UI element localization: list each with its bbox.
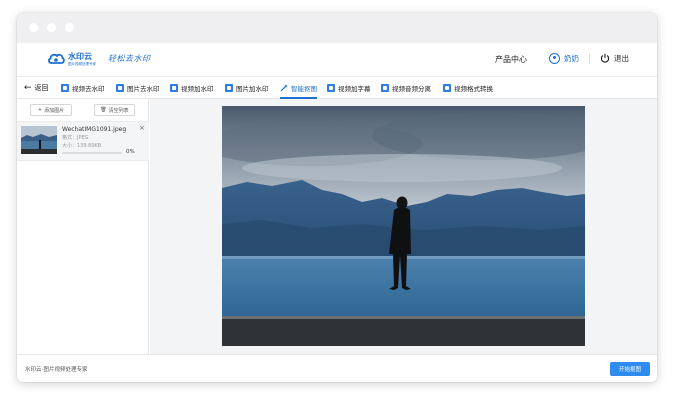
image-icon	[116, 84, 124, 92]
tab-image-add-watermark[interactable]: 图片加水印	[225, 77, 269, 99]
trash-icon: 🗑	[100, 107, 107, 113]
video-icon	[381, 84, 389, 92]
start-cutout-button[interactable]: 开始抠图	[610, 362, 650, 376]
tab-video-remove-watermark[interactable]: 视频去水印	[61, 77, 105, 99]
plus-icon: +	[37, 107, 43, 113]
window-maximize-dot[interactable]	[65, 23, 74, 32]
file-item[interactable]: WechatIMG1091.jpeg 格式：JPEG 大小：139.89KB ×…	[17, 121, 149, 161]
add-image-label: 添加图片	[44, 107, 65, 114]
file-format: 格式：JPEG	[62, 135, 89, 141]
header-divider	[589, 54, 590, 64]
file-list-panel: + 添加图片 🗑 清空列表 WechatIMG1091.jpeg 格式：JPEG…	[17, 99, 149, 354]
file-name: WechatIMG1091.jpeg	[62, 126, 127, 133]
tab-label: 视频加水印	[181, 85, 214, 93]
user-avatar-icon	[549, 52, 560, 64]
tab-image-remove-watermark[interactable]: 图片去水印	[116, 77, 160, 99]
footer: 水印云-图片视频处理专家 开始抠图	[17, 354, 657, 382]
file-progress-text: 0%	[126, 149, 135, 155]
video-icon	[327, 84, 335, 92]
file-progress-bar	[62, 152, 122, 154]
user-menu[interactable]: 奶奶	[549, 51, 579, 65]
nav-product-center[interactable]: 产品中心	[495, 54, 527, 65]
logout-button[interactable]: 退出	[600, 51, 629, 65]
file-icon	[443, 84, 451, 92]
window-close-dot[interactable]	[29, 23, 38, 32]
tab-label: 智能抠图	[291, 85, 317, 93]
tool-tabs: ← 返回 视频去水印 图片去水印 视频加水印 图片加水印 智能抠图 视频加字幕 …	[17, 77, 657, 99]
user-name: 奶奶	[564, 53, 579, 63]
title-bar	[17, 13, 657, 43]
tab-video-add-watermark[interactable]: 视频加水印	[170, 77, 214, 99]
tab-label: 视频去水印	[72, 85, 105, 93]
arrow-left-icon: ←	[24, 82, 32, 93]
video-icon	[61, 84, 69, 92]
tab-video-audio-separation[interactable]: 视频音频分离	[381, 77, 431, 99]
file-thumbnail	[21, 126, 57, 154]
preview-area	[150, 99, 657, 354]
image-icon	[225, 84, 233, 92]
app-window: 水印云 图片视频处理专家 轻松去水印 产品中心 奶奶 退出 ← 返回 视频去水印…	[17, 13, 657, 382]
logo-tagline: 图片视频处理专家	[68, 62, 96, 66]
header: 水印云 图片视频处理专家 轻松去水印 产品中心 奶奶 退出	[17, 43, 657, 77]
back-button[interactable]: ← 返回	[24, 83, 49, 93]
back-label: 返回	[34, 84, 49, 92]
video-icon	[170, 84, 178, 92]
logo-name: 水印云	[68, 52, 92, 61]
tab-label: 图片去水印	[127, 85, 160, 93]
logout-label: 退出	[614, 53, 629, 63]
tab-label: 视频加字幕	[338, 85, 371, 93]
cloud-logo-icon	[48, 53, 65, 64]
tab-video-format-convert[interactable]: 视频格式转换	[443, 77, 493, 99]
remove-file-icon[interactable]: ×	[139, 124, 145, 132]
power-icon	[600, 53, 610, 63]
preview-image	[222, 106, 585, 346]
footer-text: 水印云-图片视频处理专家	[25, 367, 88, 373]
clear-list-button[interactable]: 🗑 清空列表	[94, 104, 135, 116]
tab-smart-cutout[interactable]: 智能抠图	[280, 77, 317, 99]
tab-label: 图片加水印	[236, 85, 269, 93]
tab-label: 视频格式转换	[454, 85, 493, 93]
window-minimize-dot[interactable]	[47, 23, 56, 32]
slogan: 轻松去水印	[108, 54, 151, 63]
add-image-button[interactable]: + 添加图片	[30, 104, 72, 116]
tab-label: 视频音频分离	[392, 85, 431, 93]
tab-video-subtitles[interactable]: 视频加字幕	[327, 77, 371, 99]
clear-list-label: 清空列表	[108, 107, 129, 114]
magic-wand-icon	[280, 84, 288, 92]
file-size: 大小：139.89KB	[62, 143, 102, 149]
